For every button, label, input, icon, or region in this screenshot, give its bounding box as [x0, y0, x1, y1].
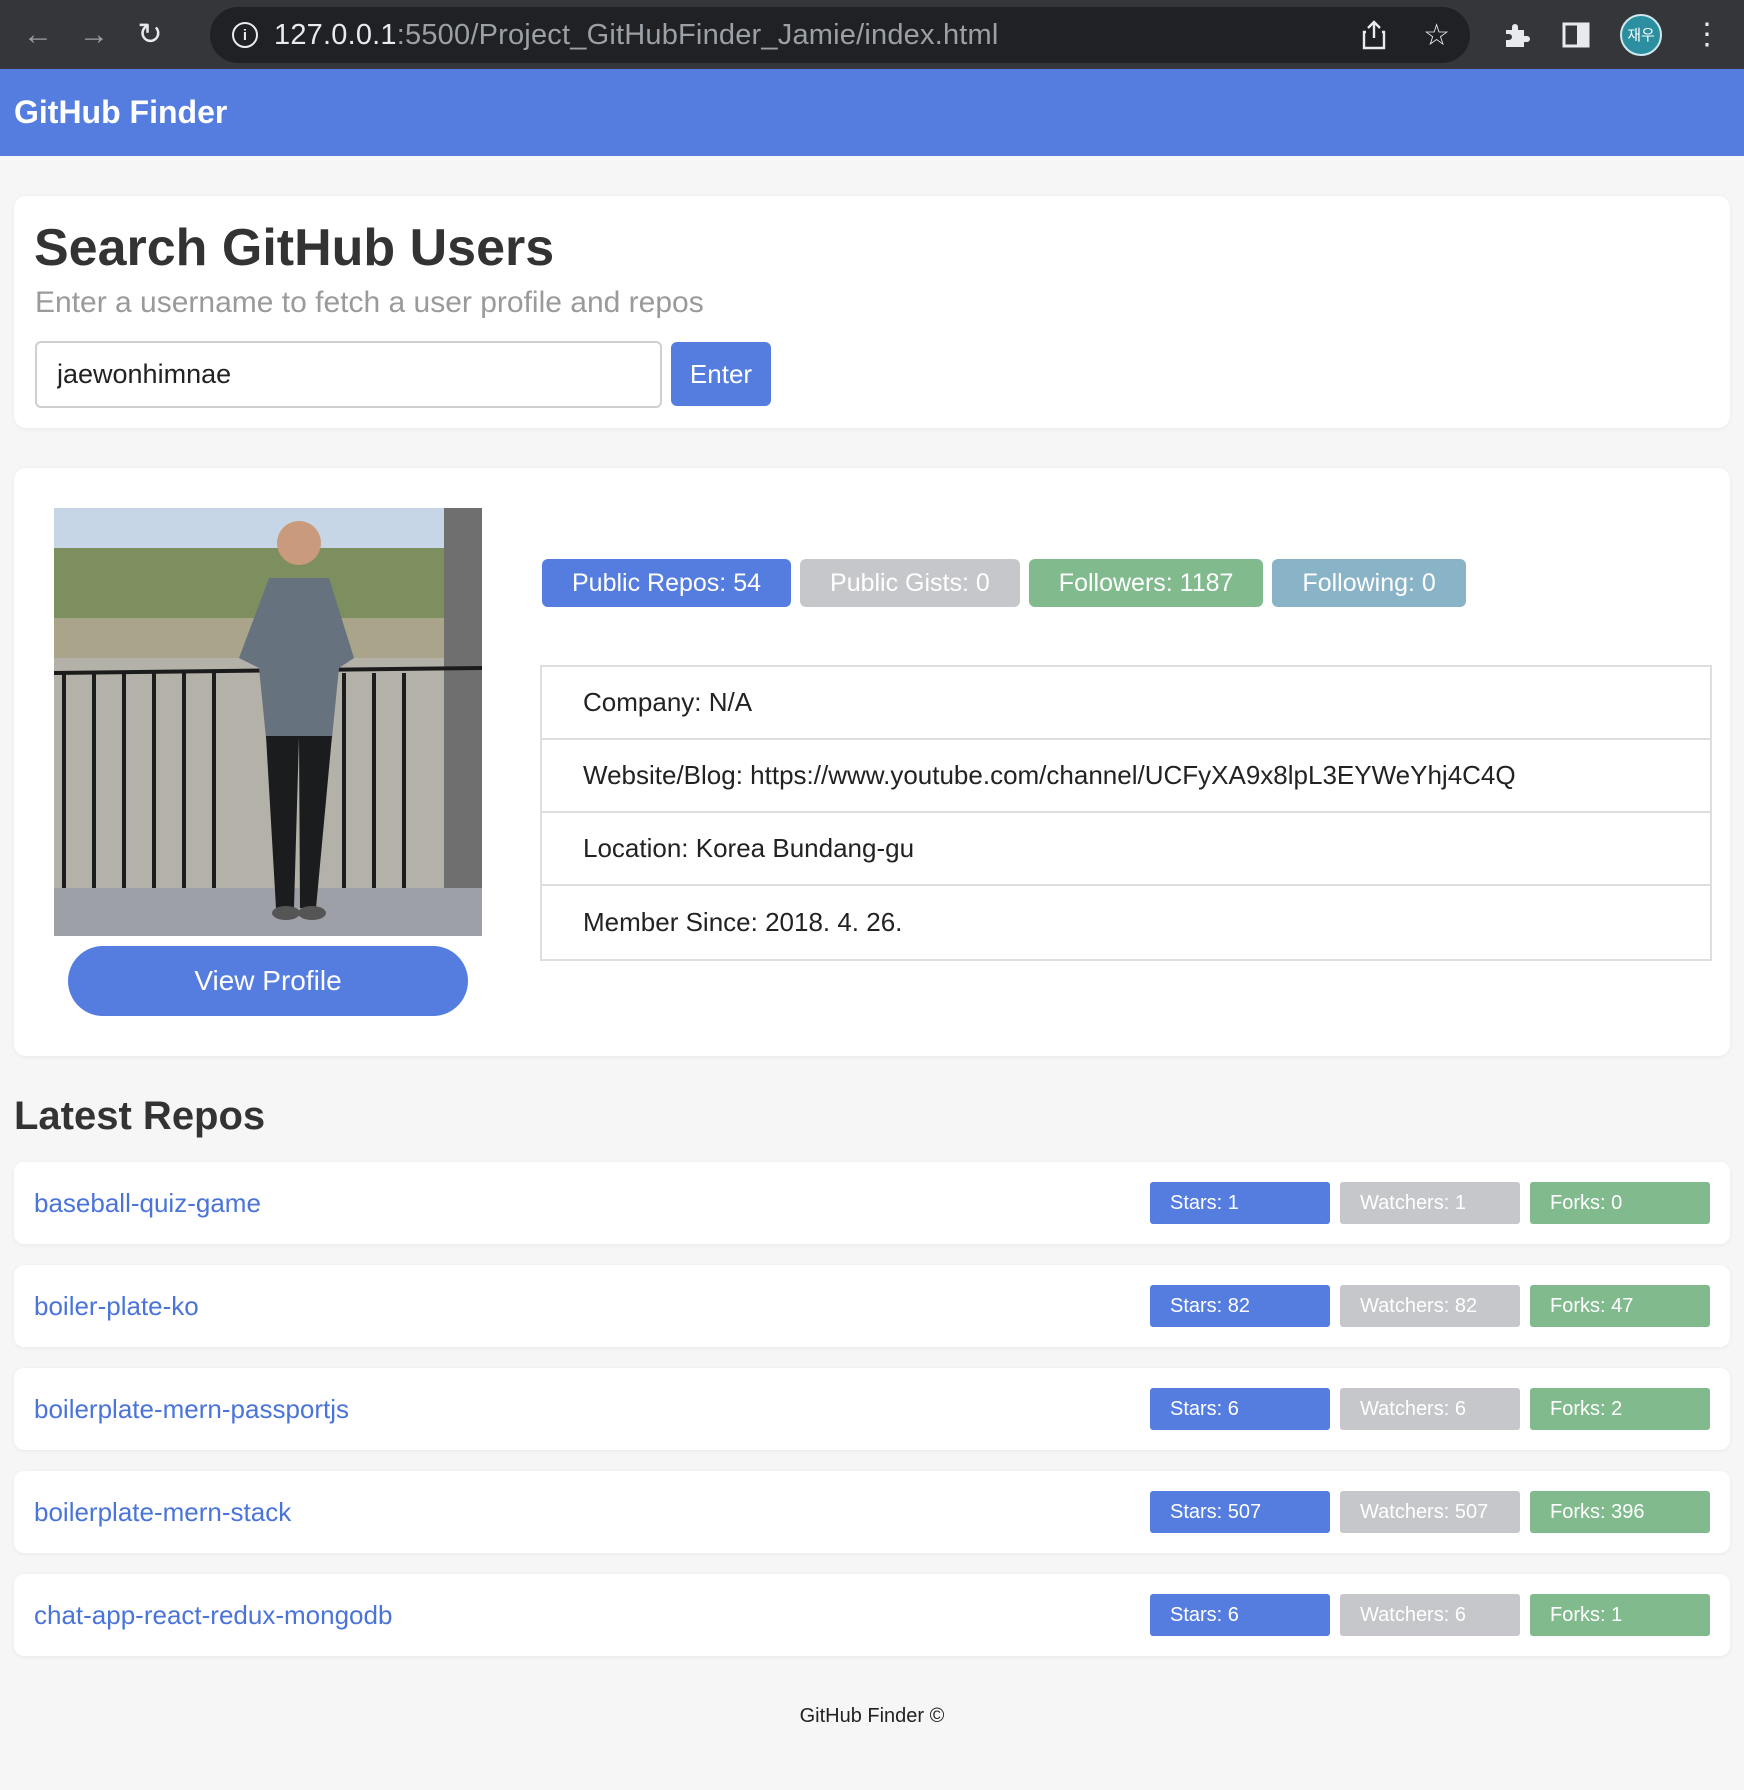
repo-forks-badge: Forks: 396	[1530, 1491, 1710, 1533]
repo-card: boilerplate-mern-stack Stars: 507 Watche…	[14, 1471, 1730, 1553]
repo-watchers-badge: Watchers: 1	[1340, 1182, 1520, 1224]
bookmark-star-icon[interactable]: ☆	[1423, 18, 1450, 53]
repo-stars-badge: Stars: 1	[1150, 1182, 1330, 1224]
view-profile-button[interactable]: View Profile	[68, 946, 468, 1016]
repo-link[interactable]: boiler-plate-ko	[34, 1265, 199, 1347]
address-bar[interactable]: i 127.0.0.1:5500/Project_GitHubFinder_Ja…	[210, 7, 1470, 63]
repo-stars-badge: Stars: 82	[1150, 1285, 1330, 1327]
site-info-icon[interactable]: i	[232, 22, 258, 48]
repo-stars-badge: Stars: 6	[1150, 1388, 1330, 1430]
repo-stars-badge: Stars: 6	[1150, 1594, 1330, 1636]
followers-badge: Followers: 1187	[1028, 559, 1264, 607]
public-gists-badge: Public Gists: 0	[800, 559, 1020, 607]
stats-badges: Public Repos: 54 Public Gists: 0 Followe…	[542, 559, 1466, 607]
repo-card: chat-app-react-redux-mongodb Stars: 6 Wa…	[14, 1574, 1730, 1656]
user-avatar-photo	[54, 508, 482, 936]
repo-watchers-badge: Watchers: 82	[1340, 1285, 1520, 1327]
search-title: Search GitHub Users	[34, 219, 555, 277]
company-item: Company: N/A	[542, 667, 1710, 740]
url-text[interactable]: 127.0.0.1:5500/Project_GitHubFinder_Jami…	[274, 19, 999, 52]
app-navbar: GitHub Finder	[0, 69, 1744, 156]
following-badge: Following: 0	[1272, 559, 1466, 607]
repo-link[interactable]: chat-app-react-redux-mongodb	[34, 1574, 392, 1656]
repo-link[interactable]: boilerplate-mern-passportjs	[34, 1368, 349, 1450]
repo-link[interactable]: boilerplate-mern-stack	[34, 1471, 291, 1553]
repo-stars-badge: Stars: 507	[1150, 1491, 1330, 1533]
profile-avatar[interactable]: 재우	[1620, 13, 1662, 56]
page-footer: GitHub Finder ©	[799, 1705, 945, 1727]
repo-forks-badge: Forks: 2	[1530, 1388, 1710, 1430]
username-search-input[interactable]	[35, 341, 662, 408]
website-item: Website/Blog: https://www.youtube.com/ch…	[542, 740, 1710, 813]
repo-card: boilerplate-mern-passportjs Stars: 6 Wat…	[14, 1368, 1730, 1450]
share-icon[interactable]	[1361, 20, 1387, 50]
repo-link[interactable]: baseball-quiz-game	[34, 1162, 261, 1244]
latest-repos-heading: Latest Repos	[14, 1094, 266, 1138]
location-item: Location: Korea Bundang-gu	[542, 813, 1710, 886]
public-repos-badge: Public Repos: 54	[542, 559, 792, 607]
side-panel-icon[interactable]	[1562, 21, 1590, 49]
more-menu-icon[interactable]: ⋮	[1692, 17, 1722, 52]
navbar-brand[interactable]: GitHub Finder	[14, 94, 227, 131]
extensions-puzzle-icon[interactable]	[1502, 20, 1532, 50]
forward-arrow-icon[interactable]: →	[72, 13, 116, 57]
repo-forks-badge: Forks: 1	[1530, 1594, 1710, 1636]
enter-button[interactable]: Enter	[671, 342, 771, 406]
profile-card: View Profile Public Repos: 54 Public Gis…	[14, 468, 1730, 1056]
repo-watchers-badge: Watchers: 6	[1340, 1594, 1520, 1636]
url-path: :5500/Project_GitHubFinder_Jamie/index.h…	[396, 18, 999, 51]
search-subtitle: Enter a username to fetch a user profile…	[35, 286, 704, 319]
browser-toolbar: ← → ↻ i 127.0.0.1:5500/Project_GitHubFin…	[0, 0, 1744, 69]
repo-watchers-badge: Watchers: 6	[1340, 1388, 1520, 1430]
repo-forks-badge: Forks: 47	[1530, 1285, 1710, 1327]
back-arrow-icon[interactable]: ←	[16, 13, 60, 57]
url-host: 127.0.0.1	[274, 18, 397, 51]
repo-card: boiler-plate-ko Stars: 82 Watchers: 82 F…	[14, 1265, 1730, 1347]
profile-info-list: Company: N/A Website/Blog: https://www.y…	[540, 665, 1712, 961]
reload-icon[interactable]: ↻	[128, 13, 172, 57]
search-card: Search GitHub Users Enter a username to …	[14, 196, 1730, 428]
repo-watchers-badge: Watchers: 507	[1340, 1491, 1520, 1533]
repo-forks-badge: Forks: 0	[1530, 1182, 1710, 1224]
member-since-item: Member Since: 2018. 4. 26.	[583, 907, 903, 937]
repo-card: baseball-quiz-game Stars: 1 Watchers: 1 …	[14, 1162, 1730, 1244]
